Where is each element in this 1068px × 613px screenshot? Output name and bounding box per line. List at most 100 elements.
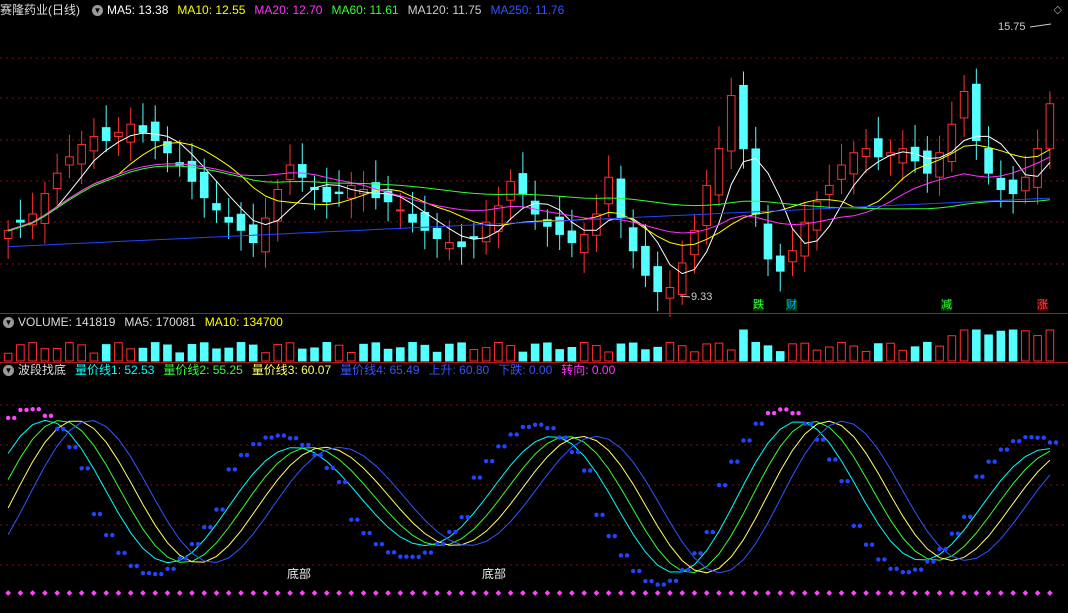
baseline-dot xyxy=(667,590,673,596)
signal-dot xyxy=(667,578,673,584)
baseline-dot xyxy=(618,590,624,596)
volume-bar xyxy=(187,344,197,362)
signal-dot xyxy=(753,421,758,426)
event-marker[interactable]: 涨 xyxy=(1037,299,1048,311)
volume-bar xyxy=(334,344,344,362)
baseline-dot xyxy=(152,590,159,596)
signal-dot xyxy=(483,459,489,464)
signal-dot xyxy=(931,559,936,564)
volume-bar xyxy=(101,344,111,362)
event-marker[interactable]: 财 xyxy=(786,299,797,311)
baseline-dot xyxy=(360,590,367,596)
volume-bar xyxy=(359,343,368,362)
candle-body xyxy=(457,241,466,248)
signal-dot xyxy=(416,554,421,560)
baseline-dot xyxy=(91,590,97,596)
volume-bar xyxy=(408,342,417,362)
signal-dot xyxy=(465,514,470,520)
signal-dot xyxy=(1041,435,1046,440)
signal-dot xyxy=(581,468,587,473)
volume-bar xyxy=(567,346,577,362)
signal-dot xyxy=(165,566,170,572)
low-price-label: 9.33 xyxy=(691,291,713,303)
signal-dot xyxy=(373,542,379,547)
signal-dot xyxy=(894,566,899,571)
volume-bar xyxy=(543,342,552,362)
volume-bar xyxy=(65,342,74,362)
signal-dot xyxy=(342,479,348,485)
signal-dot xyxy=(214,507,219,512)
baseline-dot xyxy=(556,590,563,596)
signal-dot xyxy=(300,442,305,448)
signal-dot xyxy=(539,422,544,427)
baseline-dot xyxy=(458,590,465,596)
volume-bar xyxy=(837,341,846,362)
candle-body xyxy=(788,250,797,263)
candle-body xyxy=(334,191,344,195)
candle-body xyxy=(65,156,74,166)
ma-label: MA60: 11.61 xyxy=(331,3,399,17)
signal-dot xyxy=(336,479,342,485)
signal-dot xyxy=(477,475,483,480)
baseline-dot xyxy=(189,590,195,596)
candle-body xyxy=(248,224,258,244)
candle-body xyxy=(138,125,148,133)
event-marker[interactable]: 跌 xyxy=(753,299,764,311)
volume-bar xyxy=(996,330,1006,362)
volume-bar xyxy=(653,346,662,362)
signal-dot xyxy=(232,467,238,472)
candle-body xyxy=(506,180,515,201)
volume-bar xyxy=(322,342,332,362)
signal-dot xyxy=(30,407,35,412)
baseline-dot xyxy=(544,590,551,596)
signal-dot xyxy=(18,407,23,413)
candle-body xyxy=(763,223,773,260)
candle-body xyxy=(824,184,834,195)
signal-dot xyxy=(747,438,752,443)
volume-bar xyxy=(739,329,748,362)
ma5-line xyxy=(7,132,1051,275)
baseline-dot xyxy=(421,590,428,596)
volume-bar xyxy=(775,351,785,362)
pane-menu-icon[interactable]: ▼ xyxy=(92,4,103,16)
candle-body xyxy=(849,152,859,175)
signal-dot xyxy=(974,474,979,479)
indicator-line-1 xyxy=(7,419,1050,573)
volume-bar xyxy=(824,346,834,362)
signal-dot xyxy=(146,570,152,576)
diamond-icon[interactable]: ◇ xyxy=(1054,3,1062,16)
volume-bar xyxy=(114,342,123,362)
signal-dot xyxy=(171,566,176,572)
baseline-dot xyxy=(225,590,232,596)
signal-dot xyxy=(771,410,777,416)
candle-body xyxy=(775,255,785,272)
indicator-line-3 xyxy=(7,420,1051,574)
event-marker[interactable]: 减 xyxy=(941,299,952,311)
signal-dot xyxy=(398,554,403,559)
ma-label: MA20: 12.70 xyxy=(254,3,323,17)
signal-dot xyxy=(520,424,526,430)
high-arrow xyxy=(1029,23,1052,28)
volume-bar xyxy=(432,351,442,362)
baseline-dot xyxy=(103,590,110,596)
volume-bar xyxy=(494,341,503,362)
baseline-dot xyxy=(1047,590,1053,596)
signal-dot xyxy=(918,567,924,572)
volume-bar xyxy=(285,342,295,362)
signal-dot xyxy=(318,453,323,458)
baseline-dot xyxy=(434,590,440,596)
signal-dot xyxy=(441,541,446,547)
baseline-dot xyxy=(140,590,146,596)
signal-dot xyxy=(716,482,722,488)
volume-bar xyxy=(1033,335,1042,362)
baseline-dot xyxy=(17,590,24,596)
pane-menu-icon[interactable]: ▼ xyxy=(3,364,14,376)
signal-dot xyxy=(508,432,513,437)
volume-bar xyxy=(628,342,638,362)
baseline-dot xyxy=(323,590,330,596)
pane-menu-icon[interactable]: ▼ xyxy=(3,316,14,328)
volume-bar xyxy=(383,348,393,362)
baseline-dot xyxy=(385,590,391,596)
signal-dot xyxy=(238,452,244,458)
baseline-dot xyxy=(875,590,882,596)
